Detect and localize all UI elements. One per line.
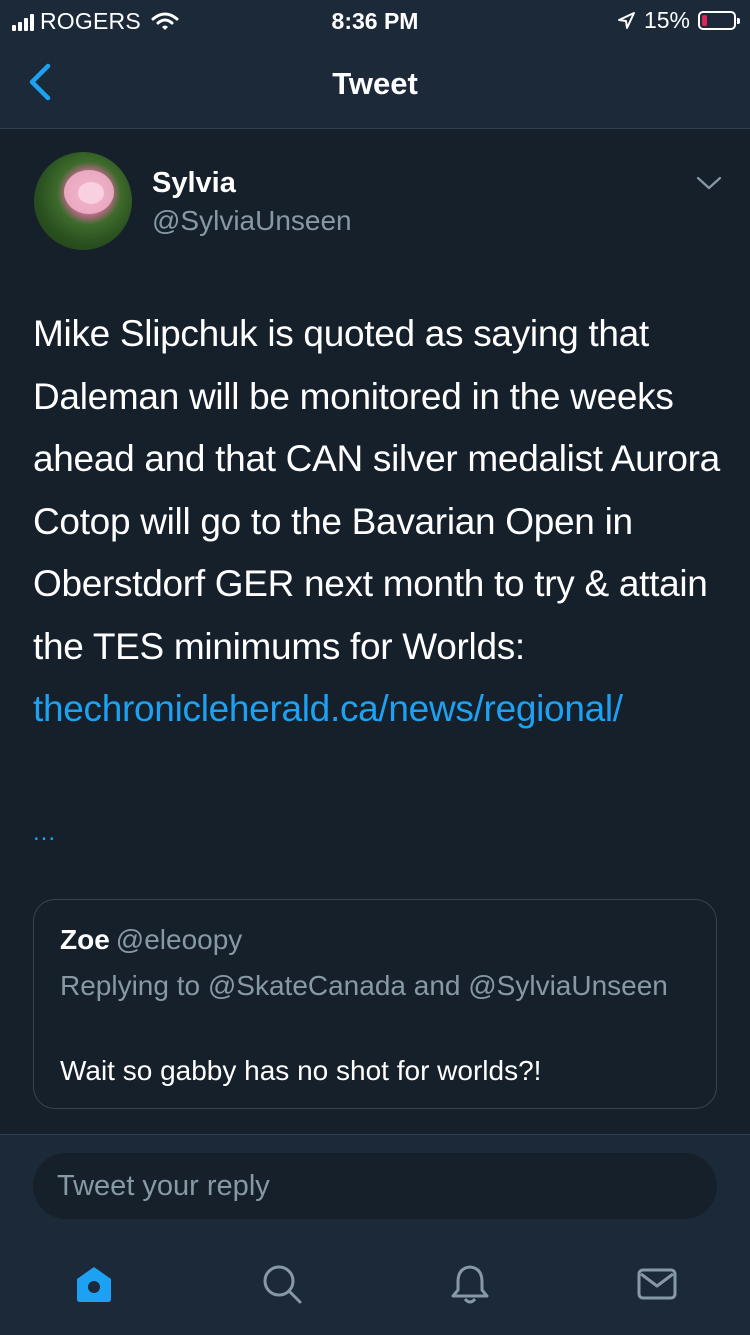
quoted-author-name: Zoe (60, 924, 110, 955)
battery-cap (737, 18, 740, 24)
quoted-tweet-text: Wait so gabby has no shot for worlds?! (60, 1055, 542, 1086)
author-handle[interactable]: @SylviaUnseen (152, 205, 352, 237)
status-bar: ROGERS 8:36 PM 15% (0, 0, 750, 40)
author-name[interactable]: Sylvia (152, 167, 236, 200)
quoted-author-handle: @eleoopy (115, 924, 243, 955)
search-icon[interactable] (261, 1263, 303, 1305)
reply-bar (0, 1134, 750, 1335)
avatar[interactable] (34, 152, 132, 250)
tweet-text: Mike Slipchuk is quoted as saying that D… (33, 303, 723, 741)
battery-percent: 15% (643, 7, 690, 33)
tweet-more-ellipsis[interactable]: ... (33, 819, 56, 847)
tab-bar (0, 1255, 750, 1319)
avatar-flower-center (78, 182, 104, 204)
battery-icon (698, 11, 740, 30)
home-icon[interactable] (73, 1263, 115, 1305)
envelope-icon[interactable] (636, 1263, 678, 1305)
nav-bar: Tweet (0, 40, 750, 129)
page-title: Tweet (332, 66, 418, 101)
location-arrow-icon (617, 11, 635, 29)
quoted-tweet-card[interactable]: Zoe @eleoopy Replying to @SkateCanada and… (33, 899, 717, 1109)
battery-level (702, 15, 707, 26)
reply-input[interactable] (33, 1153, 717, 1219)
quoted-author: Zoe @eleoopy (60, 924, 242, 956)
tweet-body: Mike Slipchuk is quoted as saying that D… (33, 313, 720, 667)
tweet-link[interactable]: thechronicleherald.ca/news/regional/ (33, 688, 623, 729)
quoted-replying-to: Replying to @SkateCanada and @SylviaUnse… (60, 970, 668, 1001)
chevron-down-icon[interactable] (692, 173, 726, 193)
status-right: 15% (616, 7, 740, 34)
bell-icon[interactable] (449, 1263, 491, 1305)
